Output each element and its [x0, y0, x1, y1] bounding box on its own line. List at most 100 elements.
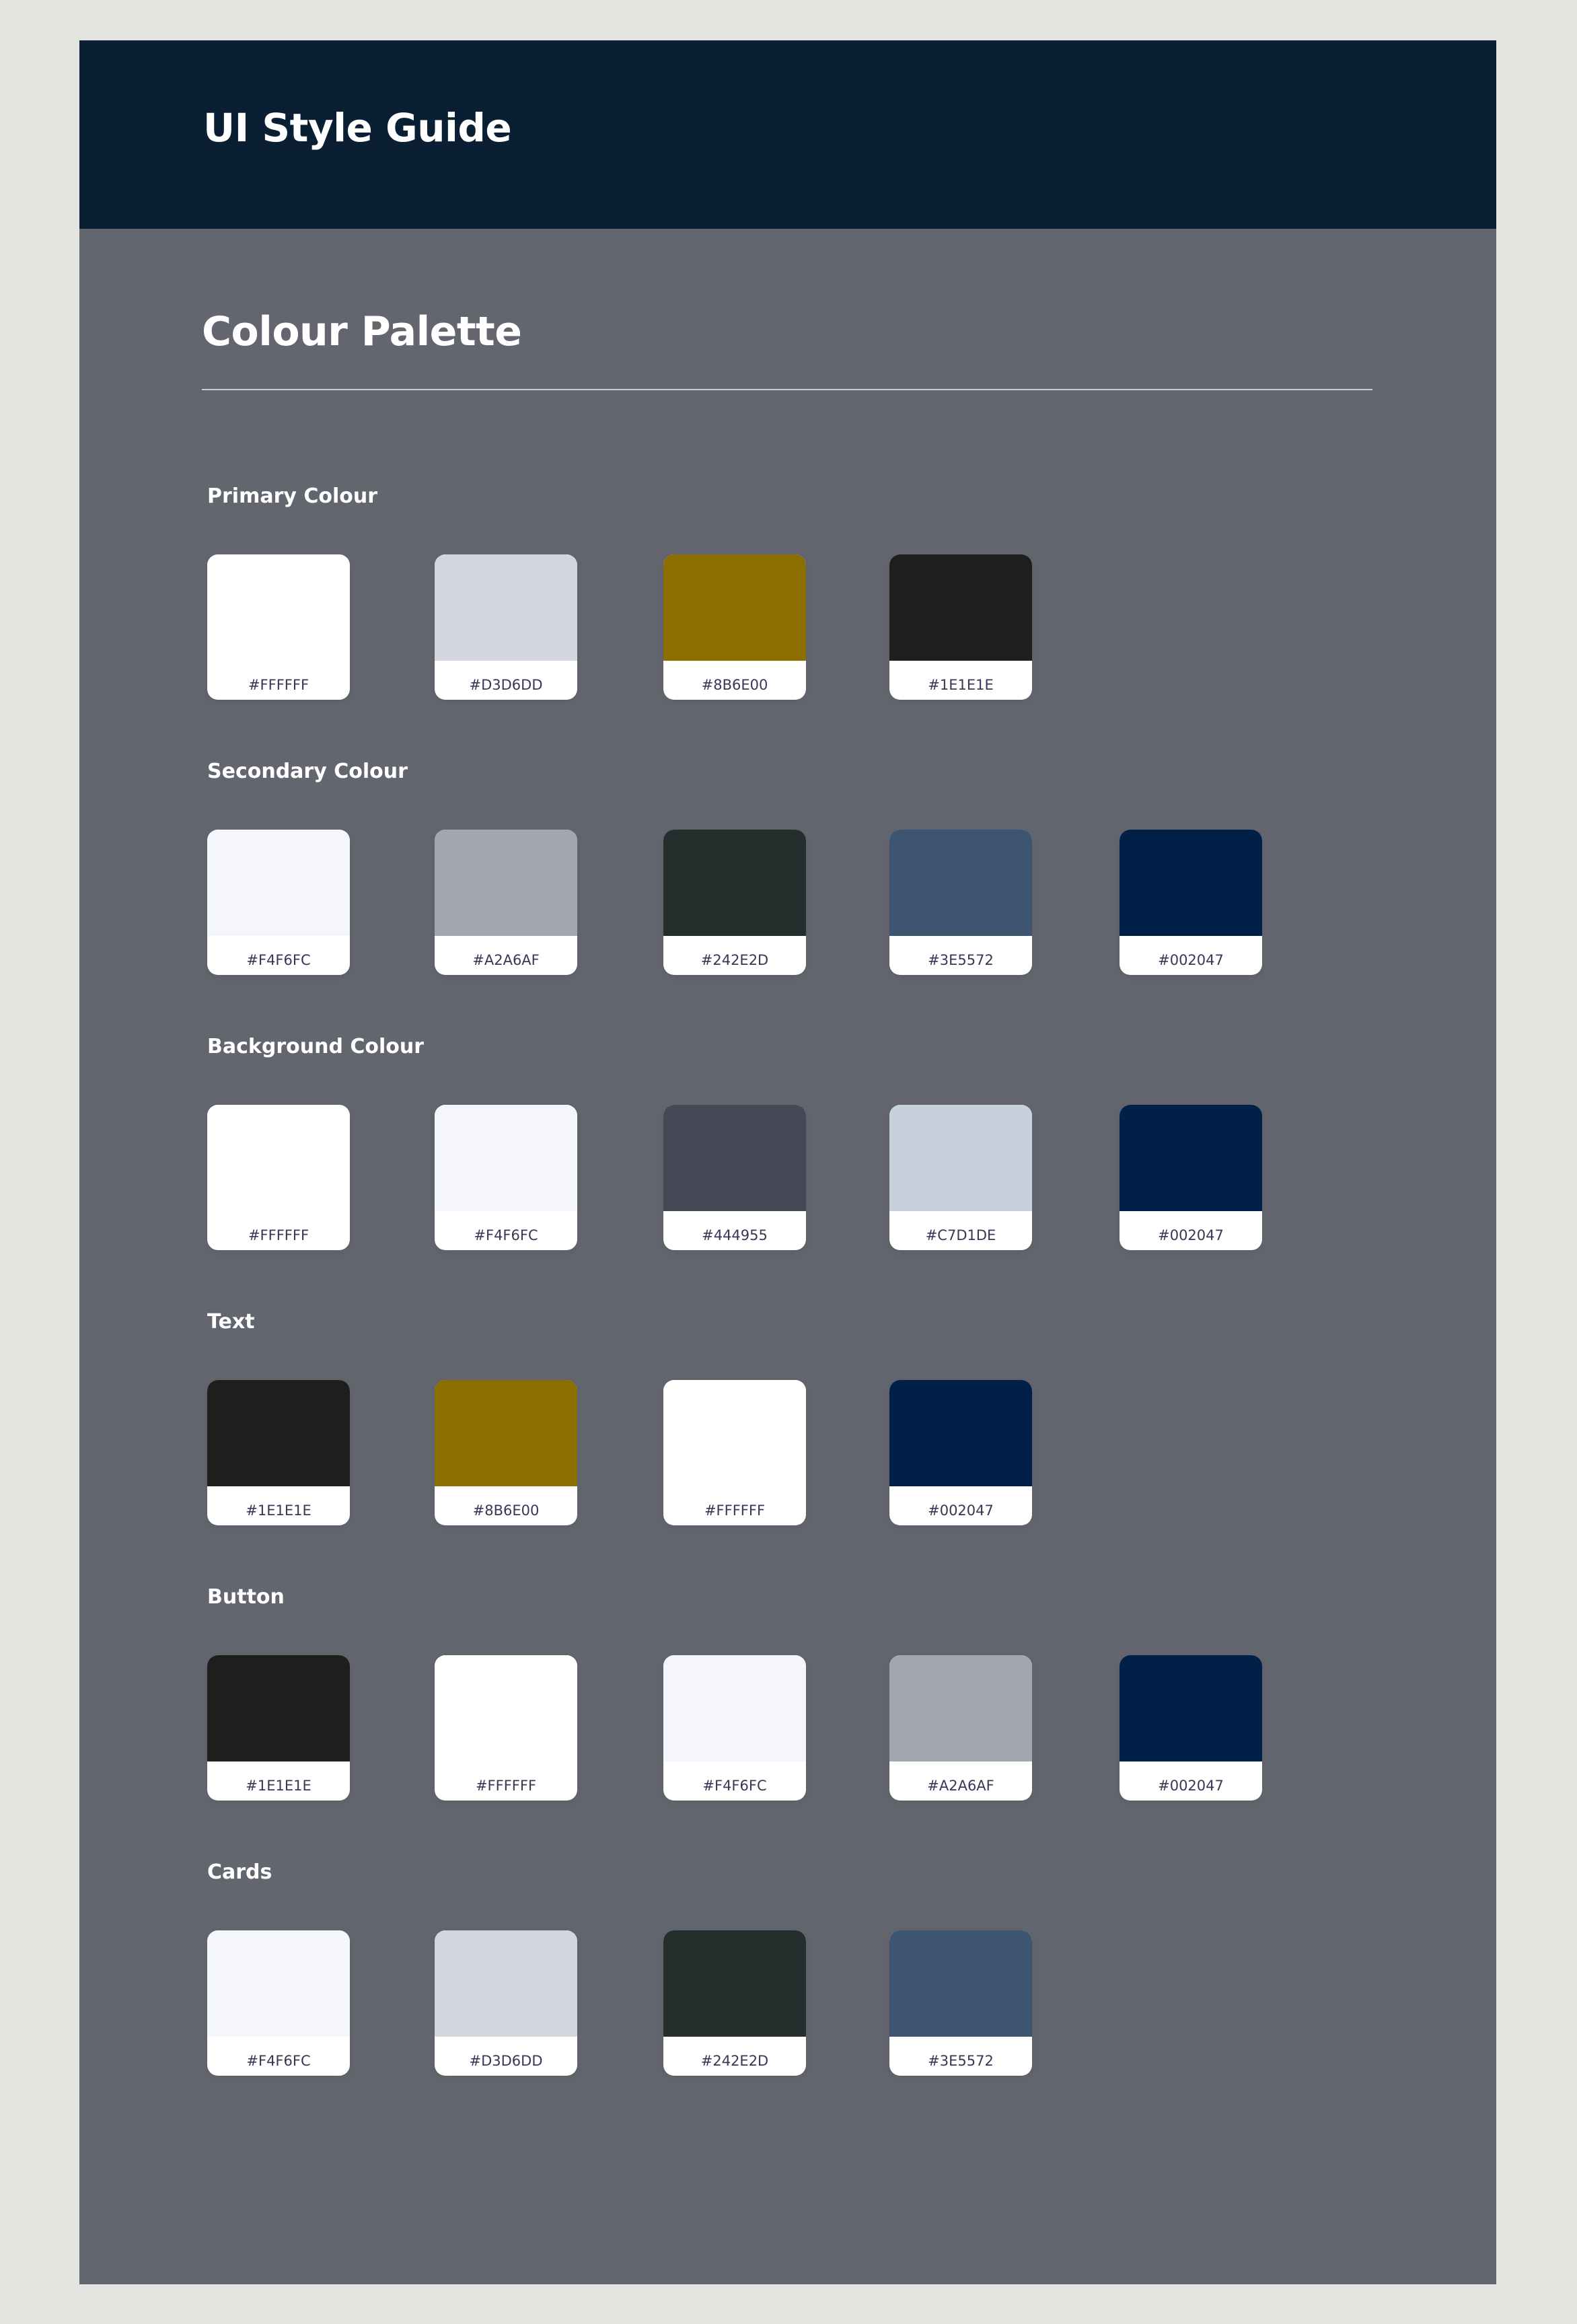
swatch-hex-code: #1E1E1E: [928, 677, 994, 693]
page-header: UI Style Guide: [79, 40, 1496, 229]
swatch-color: [435, 1655, 577, 1762]
color-swatch: #C7D1DE: [889, 1105, 1032, 1250]
color-swatch: #002047: [889, 1380, 1032, 1525]
group-label: Button: [207, 1585, 285, 1609]
group-label: Secondary Colour: [207, 760, 408, 783]
swatch-color: [889, 554, 1032, 661]
swatch-hex-code: #1E1E1E: [246, 1778, 311, 1794]
swatch-hex-code: #3E5572: [928, 2053, 994, 2069]
style-guide-page: UI Style Guide Colour Palette Primary Co…: [79, 40, 1496, 2284]
color-swatch: #1E1E1E: [207, 1380, 350, 1525]
color-swatch: #F4F6FC: [435, 1105, 577, 1250]
swatch-color: [889, 830, 1032, 936]
group-label: Primary Colour: [207, 484, 378, 508]
color-swatch: #002047: [1120, 1105, 1262, 1250]
color-swatch: #242E2D: [663, 1930, 806, 2076]
swatch-color: [663, 554, 806, 661]
color-swatch: #FFFFFF: [663, 1380, 806, 1525]
group-label: Text: [207, 1310, 255, 1334]
swatch-color: [435, 830, 577, 936]
color-swatch: #FFFFFF: [207, 554, 350, 700]
swatch-hex-code: #D3D6DD: [469, 2053, 543, 2069]
swatch-color: [663, 1930, 806, 2037]
swatch-color: [207, 1105, 350, 1211]
swatch-hex-code: #C7D1DE: [925, 1227, 996, 1243]
color-swatch: #002047: [1120, 830, 1262, 975]
palette-group: Primary Colour #FFFFFF #D3D6DD #8B6E00 #1E1E…: [207, 483, 1032, 700]
swatch-hex-code: #8B6E00: [701, 677, 768, 693]
swatch-color: [889, 1380, 1032, 1486]
color-swatch: #A2A6AF: [435, 830, 577, 975]
palette-group: Secondary Colour #F4F6FC #A2A6AF #242E2D #3E…: [207, 758, 1262, 975]
color-swatch: #F4F6FC: [207, 830, 350, 975]
swatch-row: #FFFFFF #F4F6FC #444955 #C7D1DE #002047: [207, 1105, 1262, 1250]
color-swatch: #D3D6DD: [435, 554, 577, 700]
swatch-row: #1E1E1E #FFFFFF #F4F6FC #A2A6AF #002047: [207, 1655, 1262, 1801]
palette-group: Button #1E1E1E #FFFFFF #F4F6FC #A2A6AF #00204…: [207, 1584, 1262, 1801]
color-swatch: #F4F6FC: [663, 1655, 806, 1801]
swatch-hex-code: #242E2D: [700, 2053, 769, 2069]
swatch-color: [663, 1655, 806, 1762]
color-swatch: #D3D6DD: [435, 1930, 577, 2076]
swatch-color: [889, 1655, 1032, 1762]
color-swatch: #002047: [1120, 1655, 1262, 1801]
swatch-hex-code: #F4F6FC: [246, 952, 311, 968]
swatch-row: #1E1E1E #8B6E00 #FFFFFF #002047: [207, 1380, 1032, 1525]
swatch-hex-code: #F4F6FC: [246, 2053, 311, 2069]
swatch-color: [1120, 1105, 1262, 1211]
section-title: Colour Palette: [202, 308, 522, 355]
swatch-hex-code: #F4F6FC: [474, 1227, 538, 1243]
swatch-color: [435, 1930, 577, 2037]
swatch-hex-code: #FFFFFF: [704, 1502, 766, 1519]
swatch-hex-code: #1E1E1E: [246, 1502, 311, 1519]
swatch-color: [207, 1380, 350, 1486]
swatch-color: [663, 1380, 806, 1486]
palette-group: Cards #F4F6FC #D3D6DD #242E2D #3E5572: [207, 1859, 1032, 2076]
color-swatch: #FFFFFF: [207, 1105, 350, 1250]
swatch-color: [435, 1380, 577, 1486]
page-title: UI Style Guide: [203, 105, 512, 151]
swatch-hex-code: #002047: [1158, 952, 1224, 968]
color-swatch: #1E1E1E: [889, 554, 1032, 700]
swatch-color: [435, 554, 577, 661]
swatch-hex-code: #8B6E00: [472, 1502, 540, 1519]
group-label: Background Colour: [207, 1035, 425, 1058]
swatch-hex-code: #A2A6AF: [927, 1778, 994, 1794]
swatch-hex-code: #FFFFFF: [248, 677, 309, 693]
swatch-color: [889, 1930, 1032, 2037]
swatch-row: #FFFFFF #D3D6DD #8B6E00 #1E1E1E: [207, 554, 1032, 700]
color-swatch: #8B6E00: [663, 554, 806, 700]
swatch-hex-code: #FFFFFF: [248, 1227, 309, 1243]
swatch-hex-code: #002047: [1158, 1778, 1224, 1794]
swatch-row: #F4F6FC #D3D6DD #242E2D #3E5572: [207, 1930, 1032, 2076]
swatch-color: [663, 1105, 806, 1211]
color-swatch: #F4F6FC: [207, 1930, 350, 2076]
swatch-hex-code: #242E2D: [700, 952, 769, 968]
swatch-color: [663, 830, 806, 936]
color-swatch: #242E2D: [663, 830, 806, 975]
swatch-color: [1120, 1655, 1262, 1762]
color-swatch: #444955: [663, 1105, 806, 1250]
group-label: Cards: [207, 1860, 272, 1884]
palette-group: Text #1E1E1E #8B6E00 #FFFFFF #002047: [207, 1309, 1032, 1525]
swatch-hex-code: #3E5572: [928, 952, 994, 968]
swatch-hex-code: #444955: [702, 1227, 768, 1243]
swatch-hex-code: #F4F6FC: [702, 1778, 767, 1794]
color-swatch: #A2A6AF: [889, 1655, 1032, 1801]
swatch-hex-code: #D3D6DD: [469, 677, 543, 693]
color-swatch: #8B6E00: [435, 1380, 577, 1525]
swatch-hex-code: #FFFFFF: [475, 1778, 537, 1794]
palette-group: Background Colour #FFFFFF #F4F6FC #444955 #C…: [207, 1033, 1262, 1250]
swatch-color: [207, 554, 350, 661]
swatch-color: [207, 830, 350, 936]
color-swatch: #3E5572: [889, 1930, 1032, 2076]
swatch-color: [207, 1655, 350, 1762]
swatch-color: [435, 1105, 577, 1211]
color-swatch: #3E5572: [889, 830, 1032, 975]
color-swatch: #FFFFFF: [435, 1655, 577, 1801]
swatch-color: [207, 1930, 350, 2037]
swatch-color: [889, 1105, 1032, 1211]
swatch-row: #F4F6FC #A2A6AF #242E2D #3E5572 #002047: [207, 830, 1262, 975]
swatch-hex-code: #002047: [1158, 1227, 1224, 1243]
divider: [202, 389, 1372, 390]
